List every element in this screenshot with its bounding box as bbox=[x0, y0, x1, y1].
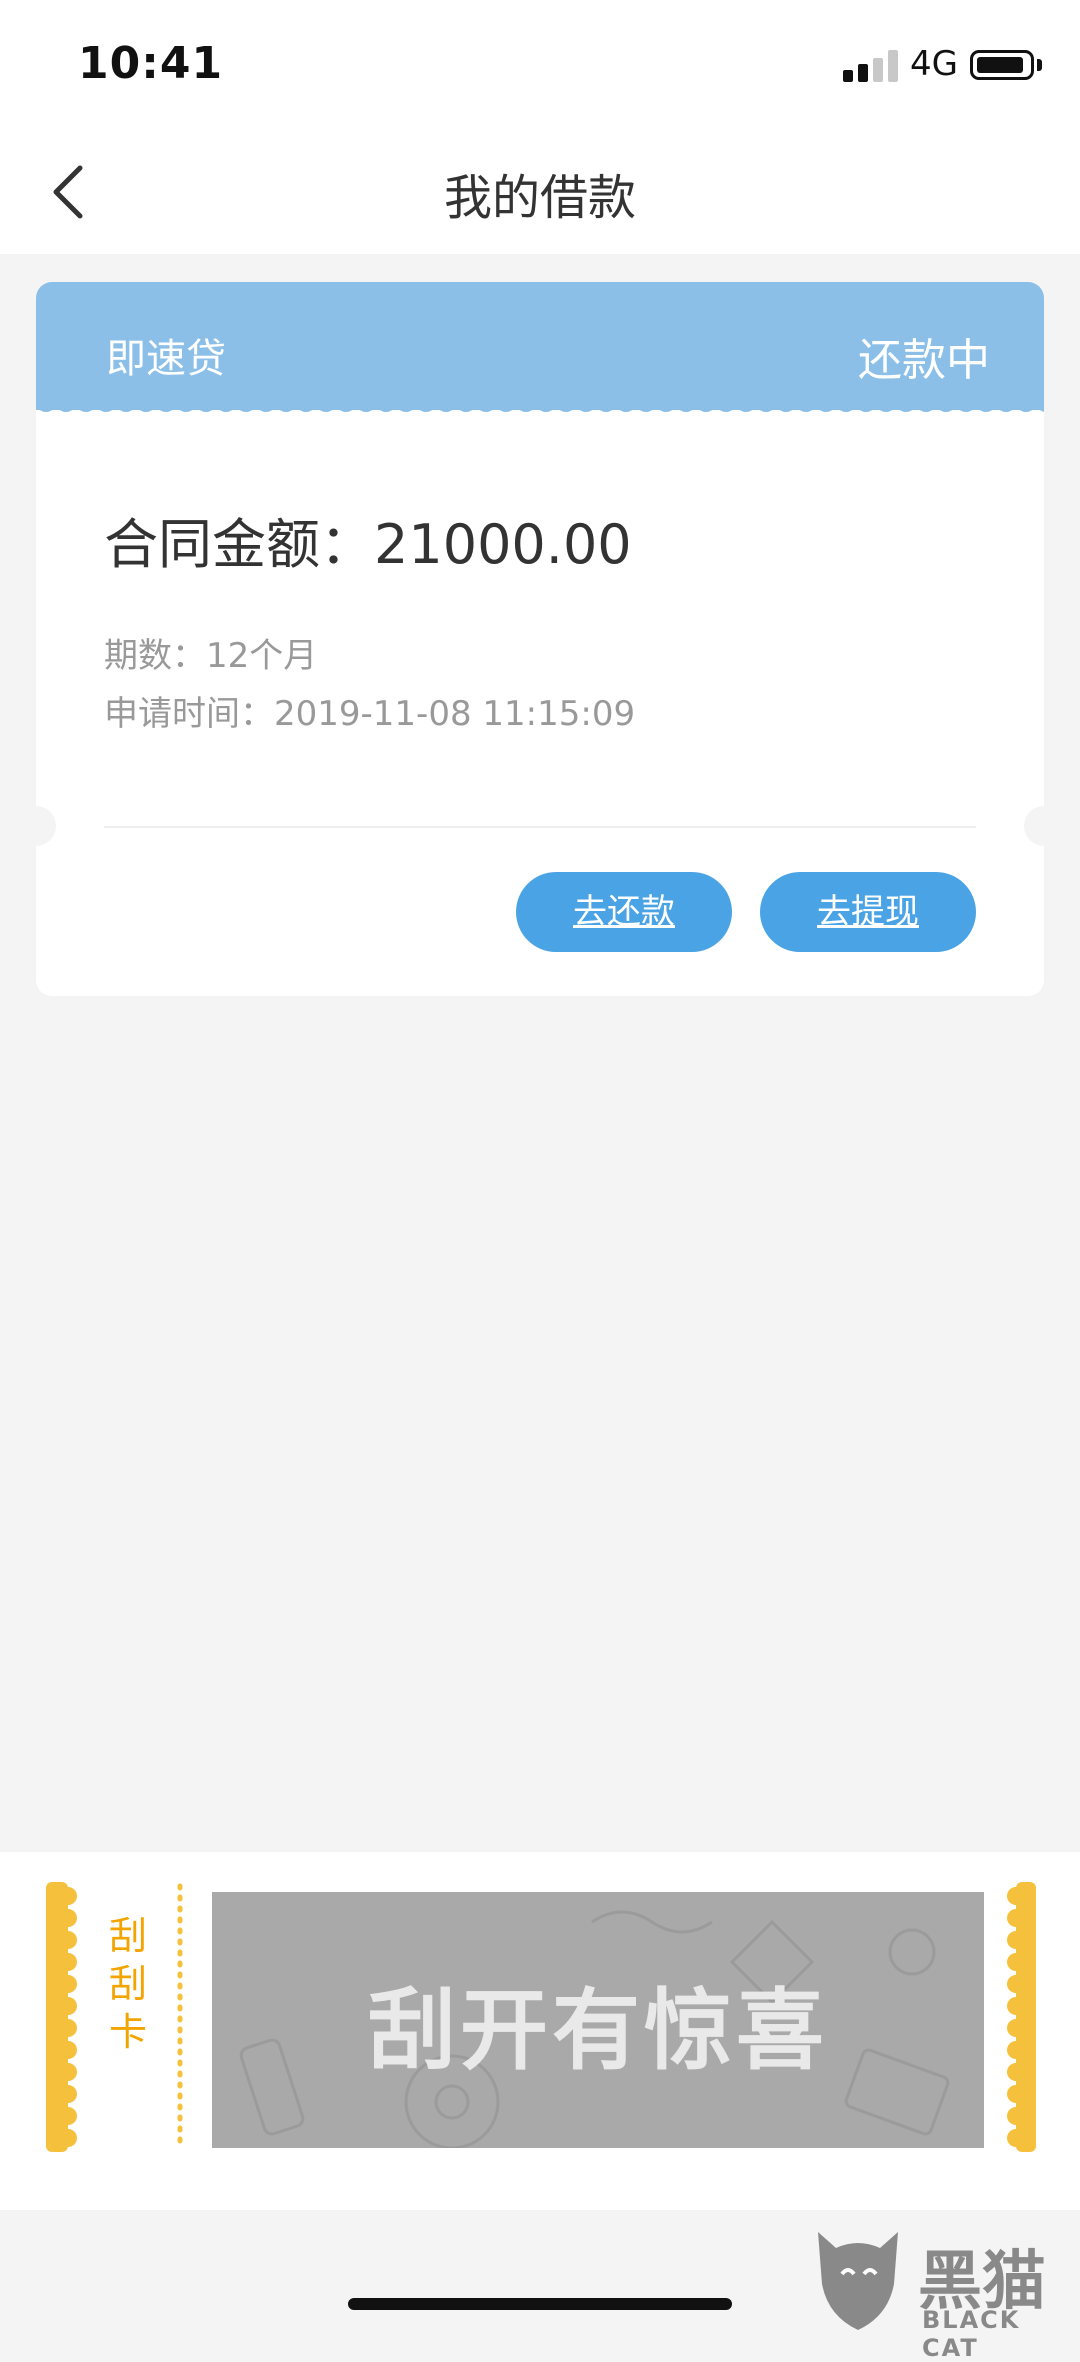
contract-amount: 合同金额：21000.00 bbox=[104, 513, 632, 576]
card-header: 即速贷 还款中 bbox=[36, 282, 1044, 410]
nav-bar: 我的借款 bbox=[0, 130, 1080, 254]
repay-button[interactable]: 去还款 bbox=[516, 872, 732, 952]
battery-icon bbox=[970, 50, 1034, 80]
loan-card: 即速贷 还款中 合同金额：21000.00 期数：12个月 申请时间：2019-… bbox=[36, 282, 1044, 996]
loan-periods: 期数：12个月 bbox=[104, 636, 318, 676]
card-divider bbox=[104, 826, 976, 828]
apply-time: 申请时间：2019-11-08 11:15:09 bbox=[104, 694, 636, 734]
scallop-edge bbox=[36, 400, 1044, 412]
signal-icon bbox=[843, 50, 899, 82]
watermark-subtitle: BLACK CAT bbox=[922, 2306, 1021, 2362]
network-type: 4G bbox=[910, 44, 958, 84]
black-cat-logo-icon bbox=[818, 2232, 898, 2330]
scratch-prompt: 刮开有惊喜 bbox=[367, 1979, 828, 2082]
loan-status: 还款中 bbox=[858, 335, 990, 386]
product-name: 即速贷 bbox=[106, 336, 226, 382]
status-time: 10:41 bbox=[78, 38, 224, 89]
battery-tip bbox=[1037, 59, 1042, 71]
status-bar: 10:41 4G bbox=[0, 0, 1080, 130]
ticket-notch-left bbox=[36, 806, 56, 846]
home-indicator bbox=[348, 2298, 732, 2310]
scratch-card-banner: 刮刮卡 刮开有惊喜 bbox=[0, 1852, 1080, 2210]
scratch-label: 刮刮卡 bbox=[108, 1914, 147, 2054]
ticket-notch-right bbox=[1024, 806, 1044, 846]
withdraw-button[interactable]: 去提现 bbox=[760, 872, 976, 952]
scratch-area[interactable]: 刮开有惊喜 bbox=[212, 1892, 984, 2148]
page-title: 我的借款 bbox=[443, 170, 636, 226]
black-cat-watermark: 黑猫 BLACK CAT bbox=[808, 2224, 1078, 2362]
